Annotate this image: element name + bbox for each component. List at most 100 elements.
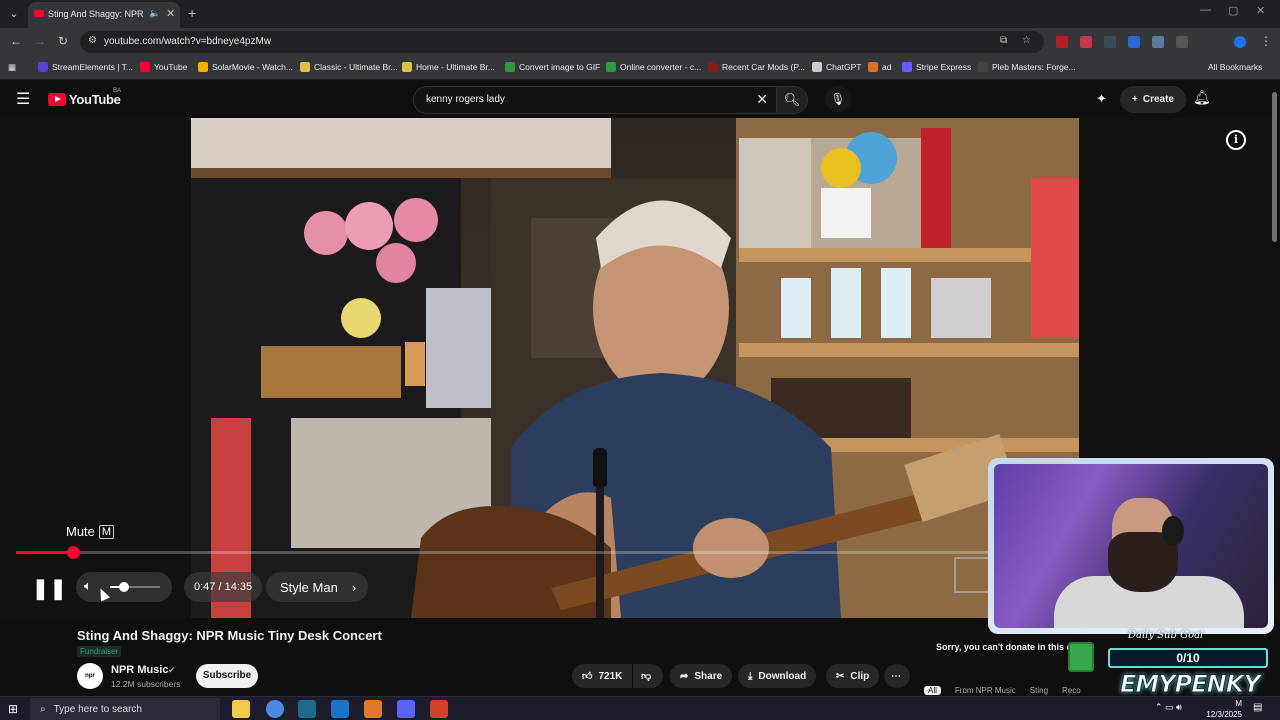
address-bar[interactable]: ⚙ youtube.com/watch?v=bdneye4pzMw ⧉ ☆ (80, 31, 1044, 53)
volume-thumb[interactable] (119, 582, 129, 592)
bookmark-item[interactable]: Online converter - c... (606, 62, 701, 72)
extensions-puzzle-icon[interactable] (1176, 36, 1188, 48)
new-tab-button[interactable]: + (188, 5, 196, 21)
window-close-icon[interactable]: ✕ (1256, 4, 1265, 17)
forward-icon[interactable]: → (34, 34, 46, 48)
bookmark-item[interactable]: Convert image to GIF (505, 62, 600, 72)
dislike-button[interactable]: 👎︎ (633, 664, 663, 688)
discord-icon[interactable] (397, 700, 415, 718)
extension-icon[interactable] (1080, 36, 1092, 48)
more-actions-icon[interactable]: ⋯ (884, 664, 910, 688)
audition-icon[interactable] (298, 700, 316, 718)
bookmark-label: StreamElements | T... (52, 62, 133, 72)
extension-icon[interactable] (1104, 36, 1116, 48)
app-icon[interactable] (430, 700, 448, 718)
video-frame[interactable] (191, 118, 1079, 618)
back-icon[interactable]: ← (10, 34, 22, 48)
bookmark-star-icon[interactable]: ☆ (1022, 35, 1031, 46)
video-scene-image (191, 118, 1079, 618)
tab-search-button[interactable]: ⌄ (6, 6, 22, 22)
system-tray[interactable]: ⌃ ▭ 🔊︎ (1155, 702, 1182, 713)
chrome-taskbar-icon[interactable] (266, 700, 284, 718)
search-input[interactable]: kenny rogers lady ✕ (413, 86, 776, 114)
reload-icon[interactable]: ↻ (58, 34, 68, 48)
chip-item[interactable]: Sting (1030, 686, 1048, 695)
country-code: BA (113, 88, 122, 94)
app-icon[interactable] (364, 700, 382, 718)
bookmark-item[interactable]: ad (868, 62, 891, 72)
progress-bar[interactable] (16, 546, 1076, 559)
webcam-feed (994, 464, 1268, 628)
maximize-icon[interactable]: ▢ (1228, 4, 1238, 17)
bookmark-item[interactable]: YouTube (140, 62, 187, 72)
bookmark-favicon-icon (140, 62, 150, 72)
chip-item[interactable]: From NPR Music (955, 686, 1016, 695)
extension-icon[interactable] (1152, 36, 1164, 48)
mute-tooltip: Mute M (66, 524, 115, 539)
bookmark-label: Online converter - c... (620, 62, 702, 72)
volume-control[interactable]: 🔈︎ (76, 572, 172, 602)
file-explorer-icon[interactable] (232, 700, 250, 718)
info-icon[interactable]: i (1226, 130, 1246, 150)
bookmark-item[interactable]: StreamElements | T... (38, 62, 133, 72)
all-bookmarks-button[interactable]: All Bookmarks (1208, 62, 1262, 72)
search-query[interactable]: kenny rogers lady (426, 94, 505, 105)
notifications-bell-icon[interactable]: 🔔︎ (1193, 89, 1211, 106)
youtube-logo[interactable]: YouTube (48, 92, 121, 107)
taskbar-clock[interactable]: M 12/3/2025 (1200, 698, 1242, 720)
pause-button[interactable]: ❚❚ (32, 576, 68, 601)
search-icon[interactable]: 🔍︎ (776, 86, 808, 114)
windows-start-icon[interactable]: ⊞ (8, 702, 18, 716)
clip-button[interactable]: ✂ Clip (826, 664, 880, 688)
bookmark-item[interactable]: Home - Ultimate Br... (402, 62, 495, 72)
site-info-icon[interactable]: ⚙ (88, 35, 97, 46)
apps-grid-icon[interactable]: ▦ (8, 62, 16, 73)
chip-item[interactable]: All (924, 686, 941, 695)
bookmark-label: ad (882, 62, 892, 72)
clip-label: Clip (850, 670, 870, 682)
bookmark-favicon-icon (812, 62, 822, 72)
thumbs-down-icon: 👎︎ (641, 671, 652, 682)
fundraiser-badge[interactable]: Fundraiser (77, 646, 122, 657)
volume-icon[interactable]: 🔈︎ (84, 578, 92, 594)
bookmark-item[interactable]: Recent Car Mods (P... (708, 62, 805, 72)
speaker-icon[interactable]: 🔈 (149, 8, 160, 19)
chrome-menu-icon[interactable]: ⋮ (1260, 34, 1272, 48)
browser-tab-active[interactable]: Sting And Shaggy: NPR Music Tiny Desk Co… (28, 2, 180, 28)
bookmark-item[interactable]: ChatGPT (812, 62, 861, 72)
channel-avatar[interactable]: npr music (77, 663, 103, 705)
search-icon: ⌕ (40, 703, 46, 715)
minimize-icon[interactable]: — (1200, 4, 1211, 16)
create-button[interactable]: + Create (1120, 86, 1186, 113)
outlook-icon[interactable] (331, 700, 349, 718)
bookmark-item[interactable]: Stripe Express (902, 62, 971, 72)
tab-close-icon[interactable]: ✕ (166, 7, 175, 20)
share-icon: ➦ (680, 670, 689, 682)
bookmark-item[interactable]: Classic - Ultimate Br... (300, 62, 398, 72)
video-title: Sting And Shaggy: NPR Music Tiny Desk Co… (77, 628, 382, 643)
bookmark-label: Pleb Masters: Forge... (992, 62, 1076, 72)
extension-icon[interactable] (1056, 36, 1068, 48)
subscribe-button[interactable]: Subscribe (196, 664, 258, 688)
page-scrollbar[interactable] (1272, 92, 1277, 242)
taskbar-search[interactable]: ⌕ Type here to search (30, 698, 220, 720)
hamburger-menu-icon[interactable]: ☰ (16, 89, 30, 109)
bookmark-label: Recent Car Mods (P... (722, 62, 805, 72)
bookmark-item[interactable]: Pleb Masters: Forge... (978, 62, 1076, 72)
download-button[interactable]: ⤓ Download (738, 664, 817, 688)
like-button[interactable]: 👍︎ 721K (572, 664, 632, 688)
install-app-icon[interactable]: ⧉ (1000, 35, 1007, 46)
premium-icon[interactable]: ✦ (1096, 91, 1107, 107)
url-text[interactable]: youtube.com/watch?v=bdneye4pzMw (104, 36, 271, 47)
translate-icon[interactable] (1128, 36, 1140, 48)
bookmark-item[interactable]: SolarMovie - Watch... (198, 62, 293, 72)
time-text: 0:47 / 14:35 (194, 581, 253, 593)
clear-search-icon[interactable]: ✕ (756, 91, 768, 108)
profile-avatar[interactable] (1234, 36, 1246, 48)
channel-name[interactable]: NPR Music (111, 664, 168, 676)
microphone-icon[interactable]: 🎙︎ (825, 86, 851, 112)
share-button[interactable]: ➦ Share (670, 664, 733, 688)
notifications-icon[interactable]: ▤ (1253, 702, 1262, 713)
volume-slider[interactable] (110, 582, 160, 592)
chapter-button[interactable]: Style Man › (266, 572, 369, 602)
